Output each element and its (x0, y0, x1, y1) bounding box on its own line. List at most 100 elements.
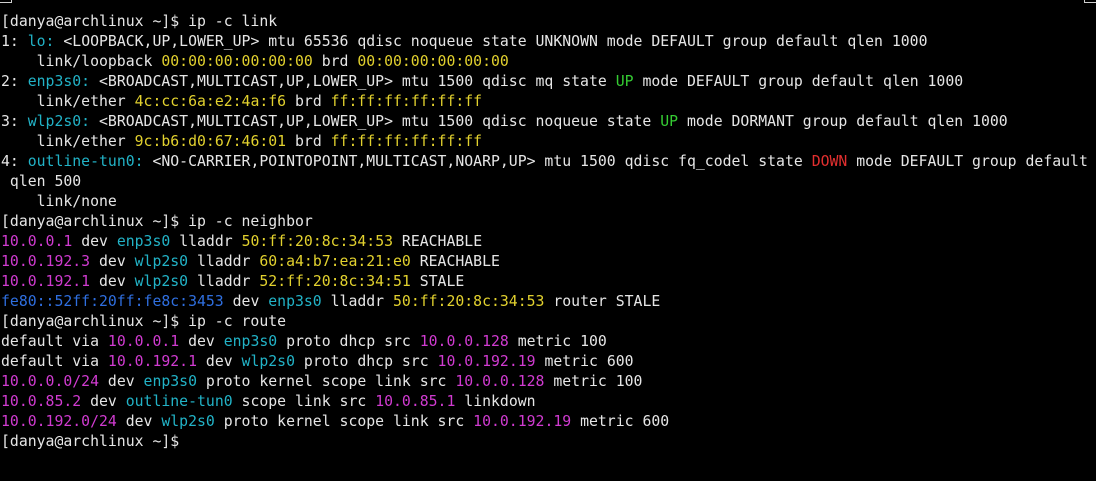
cursor (188, 432, 197, 449)
text-segment: 2: (1, 73, 28, 90)
text-segment: 4c:cc:6a:e2:4a:f6 (134, 93, 287, 110)
text-segment: dev (223, 293, 269, 310)
text-segment: brd (312, 53, 358, 70)
text-segment: dev (116, 413, 162, 430)
text-segment: wlp2s0: (27, 113, 91, 130)
text-segment: REACHABLE (410, 253, 500, 270)
output-line: 4: outline-tun0: <NO-CARRIER,POINTOPOINT… (1, 152, 1088, 172)
text-segment: 10.0.85.2 (1, 393, 82, 410)
text-segment: dev (90, 253, 135, 270)
text-segment: dev (197, 353, 242, 370)
text-segment: dev (72, 233, 117, 250)
terminal-window[interactable]: [danya@archlinux ~]$ ip -c link 1: lo: <L… (0, 0, 1096, 481)
text-segment: 50:ff:20:8c:34:53 (393, 293, 545, 310)
text-segment: metric 100 (508, 333, 607, 350)
text-segment: ff:ff:ff:ff:ff:ff (330, 133, 483, 150)
text-segment: UP (615, 73, 634, 90)
text-segment: lladdr (188, 253, 260, 270)
text-segment: enp3s0 (116, 233, 171, 250)
text-segment: 4: (1, 153, 28, 170)
text-segment: 50:ff:20:8c:34:53 (241, 233, 394, 250)
text-segment: 10.0.192.19 (437, 353, 536, 370)
window-corner-right (1084, 0, 1096, 3)
output-line: 3: wlp2s0: <BROADCAST,MULTICAST,UP,LOWER… (1, 112, 1088, 132)
text-segment: link/loopback (1, 53, 162, 70)
text-segment: mode DORMANT group default qlen 1000 (678, 113, 1008, 130)
text-segment: default via (1, 333, 108, 350)
output-line: fe80::52ff:20ff:fe8c:3453 dev enp3s0 lla… (1, 292, 1088, 312)
text-segment: link/ether (1, 93, 135, 110)
text-segment: DOWN (811, 153, 848, 170)
text-segment: 10.0.0.0/24 (1, 373, 99, 390)
text-segment: linkdown (455, 393, 536, 410)
text-segment: 1: (1, 33, 28, 50)
text-segment: 00:00:00:00:00:00 (357, 53, 509, 70)
output-line: link/loopback 00:00:00:00:00:00 brd 00:0… (1, 52, 1088, 72)
text-segment: brd (286, 93, 331, 110)
text-segment: [danya@archlinux ~]$ ip -c neighbor (1, 213, 313, 230)
text-segment: proto dhcp src (277, 333, 420, 350)
text-segment: default via (1, 353, 108, 370)
prompt-line: [danya@archlinux ~]$ ip -c neighbor (1, 212, 1088, 232)
text-segment: 9c:b6:d0:67:46:01 (134, 133, 287, 150)
text-segment: enp3s0 (143, 373, 197, 390)
text-segment: wlp2s0 (161, 413, 215, 430)
text-segment: enp3s0 (268, 293, 322, 310)
text-segment: <BROADCAST,MULTICAST,UP,LOWER_UP> mtu 15… (90, 73, 616, 90)
text-segment: ff:ff:ff:ff:ff:ff (330, 93, 483, 110)
text-segment: mode DEFAULT group default (847, 153, 1088, 170)
text-segment: 10.0.0.128 (419, 333, 509, 350)
text-segment: 3: (1, 113, 28, 130)
text-segment: [danya@archlinux ~]$ (1, 433, 189, 450)
text-segment: 10.0.0.1 (1, 233, 73, 250)
text-segment: metric 600 (535, 353, 634, 370)
text-segment: 10.0.192.19 (473, 413, 572, 430)
text-segment: 10.0.192.1 (1, 273, 91, 290)
text-segment: wlp2s0 (241, 353, 295, 370)
prompt-line: [danya@archlinux ~]$ ip -c link (1, 12, 1088, 32)
text-segment: [danya@archlinux ~]$ ip -c link (1, 13, 278, 30)
text-segment: proto kernel scope link src (197, 373, 456, 390)
text-segment: 00:00:00:00:00:00 (161, 53, 313, 70)
text-segment: brd (286, 133, 331, 150)
output-line: link/ether 4c:cc:6a:e2:4a:f6 brd ff:ff:f… (1, 92, 1088, 112)
text-segment: <LOOPBACK,UP,LOWER_UP> mtu 65536 qdisc n… (54, 33, 928, 50)
text-segment: wlp2s0 (134, 253, 189, 270)
text-segment: dev (179, 333, 224, 350)
text-segment: dev (90, 273, 135, 290)
output-line: qlen 500 (1, 172, 1088, 192)
output-line: default via 10.0.0.1 dev enp3s0 proto dh… (1, 332, 1088, 352)
window-top-edge (0, 0, 1096, 3)
text-segment: 10.0.192.1 (107, 353, 197, 370)
text-segment: 52:ff:20:8c:34:51 (259, 273, 411, 290)
text-segment: REACHABLE (393, 233, 483, 250)
text-segment: link/none (1, 193, 117, 210)
text-segment: lladdr (188, 273, 260, 290)
text-segment: proto dhcp src (295, 353, 438, 370)
window-corner-left (0, 0, 12, 3)
text-segment: dev (99, 373, 144, 390)
output-line: 2: enp3s0: <BROADCAST,MULTICAST,UP,LOWER… (1, 72, 1088, 92)
text-segment: 10.0.0.128 (455, 373, 545, 390)
text-segment: outline-tun0: (27, 153, 144, 170)
prompt-line: [danya@archlinux ~]$ ip -c route (1, 312, 1088, 332)
text-segment: [danya@archlinux ~]$ ip -c route (1, 313, 287, 330)
text-segment: lladdr (321, 293, 393, 310)
text-segment: lo: (27, 33, 55, 50)
terminal-output: [danya@archlinux ~]$ ip -c link 1: lo: <L… (1, 12, 1088, 452)
text-segment: UP (660, 113, 679, 130)
output-line: link/none (1, 192, 1088, 212)
text-segment: link/ether (1, 133, 135, 150)
text-segment: scope link src (232, 393, 376, 410)
text-segment: <NO-CARRIER,POINTOPOINT,MULTICAST,NOARP,… (143, 153, 812, 170)
output-line: 10.0.192.3 dev wlp2s0 lladdr 60:a4:b7:ea… (1, 252, 1088, 272)
text-segment: lladdr (170, 233, 242, 250)
prompt-line: [danya@archlinux ~]$ (1, 432, 1088, 452)
text-segment: mode DEFAULT group default qlen 1000 (633, 73, 964, 90)
text-segment: dev (81, 393, 126, 410)
text-segment: 10.0.85.1 (375, 393, 456, 410)
text-segment: enp3s0: (27, 73, 91, 90)
output-line: link/ether 9c:b6:d0:67:46:01 brd ff:ff:f… (1, 132, 1088, 152)
text-segment: STALE (410, 273, 465, 290)
output-line: 10.0.192.1 dev wlp2s0 lladdr 52:ff:20:8c… (1, 272, 1088, 292)
